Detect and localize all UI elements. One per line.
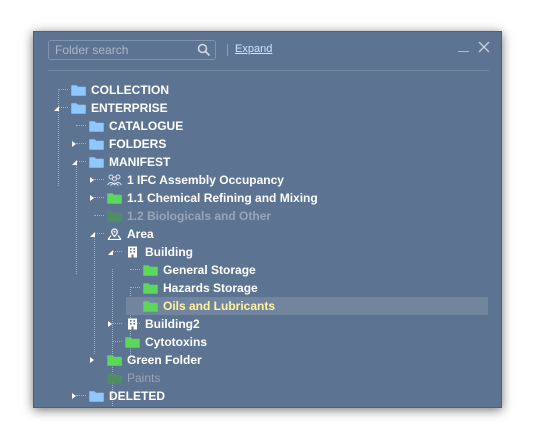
tree-item-label: Area <box>127 227 154 241</box>
tree-item-enterprise[interactable]: ENTERPRISE <box>34 99 501 117</box>
folder-tree-panel: Expand COLLECTIONENTERPRISECATALOGUEFOLD… <box>33 31 502 408</box>
tree-item-deleted[interactable]: DELETED <box>34 387 501 405</box>
tree-item-oils-and-lubricants[interactable]: Oils and Lubricants <box>34 297 501 315</box>
tree-item-building2[interactable]: Building2 <box>34 315 501 333</box>
folder-tree: COLLECTION ENTERPRISE CATALOGUE FOLDERS MANI… <box>34 32 501 407</box>
expand-toggle-icon[interactable] <box>90 357 94 363</box>
folder-blue-icon <box>71 83 86 96</box>
folder-green-icon <box>143 281 158 294</box>
tree-item-label: General Storage <box>163 263 256 277</box>
tree-item-label: COLLECTION <box>91 83 169 97</box>
expand-toggle-icon[interactable] <box>72 141 76 147</box>
tree-item-area[interactable]: Area <box>34 225 501 243</box>
tree-item-label: 1 IFC Assembly Occupancy <box>127 173 284 187</box>
tree-item-building[interactable]: Building <box>34 243 501 261</box>
collapse-toggle-icon[interactable] <box>108 250 113 255</box>
collapse-toggle-icon[interactable] <box>72 160 77 165</box>
folder-green-dim-icon <box>107 209 122 222</box>
folder-green-icon <box>143 263 158 276</box>
people-icon <box>107 173 122 186</box>
expand-toggle-icon[interactable] <box>108 321 112 327</box>
folder-blue-icon <box>89 155 104 168</box>
tree-item-label: FOLDERS <box>109 137 167 151</box>
expand-toggle-icon[interactable] <box>72 393 76 399</box>
tree-item-folders[interactable]: FOLDERS <box>34 135 501 153</box>
folder-green-dim-icon <box>107 371 122 384</box>
tree-item-1-1-chemical-refining-and-mixing[interactable]: 1.1 Chemical Refining and Mixing <box>34 189 501 207</box>
folder-green-icon <box>107 191 122 204</box>
tree-item-manifest[interactable]: MANIFEST <box>34 153 501 171</box>
tree-item-label: MANIFEST <box>109 155 171 169</box>
folder-green-icon <box>107 353 122 366</box>
folder-blue-icon <box>89 119 104 132</box>
building-icon <box>125 245 140 258</box>
tree-item-general-storage[interactable]: General Storage <box>34 261 501 279</box>
tree-item-label: Building <box>145 245 193 259</box>
expand-toggle-icon[interactable] <box>90 195 94 201</box>
tree-item-label: CATALOGUE <box>109 119 184 133</box>
tree-item-green-folder[interactable]: Green Folder <box>34 351 501 369</box>
tree-item-paints[interactable]: Paints <box>34 369 501 387</box>
collapse-toggle-icon[interactable] <box>54 106 59 111</box>
folder-green-icon <box>143 299 158 312</box>
tree-item-label: Hazards Storage <box>163 281 258 295</box>
tree-item-collection[interactable]: COLLECTION <box>34 81 501 99</box>
tree-item-label: ENTERPRISE <box>91 101 168 115</box>
map-pin-icon <box>107 227 122 241</box>
tree-item-label: DELETED <box>109 389 166 403</box>
tree-item-hazards-storage[interactable]: Hazards Storage <box>34 279 501 297</box>
tree-item-label: Building2 <box>145 317 200 331</box>
tree-item-label: Cytotoxins <box>145 335 208 349</box>
folder-blue-icon <box>71 101 86 114</box>
tree-item-1-2-biologicals-and-other[interactable]: 1.2 Biologicals and Other <box>34 207 501 225</box>
tree-item-catalogue[interactable]: CATALOGUE <box>34 117 501 135</box>
tree-item-label: Green Folder <box>127 353 202 367</box>
tree-item-label: Paints <box>127 371 161 385</box>
folder-blue-icon <box>89 389 104 402</box>
expand-toggle-icon[interactable] <box>90 177 94 183</box>
folder-green-icon <box>125 335 140 348</box>
tree-item-label: 1.1 Chemical Refining and Mixing <box>127 191 318 205</box>
tree-item-1-ifc-assembly-occupancy[interactable]: 1 IFC Assembly Occupancy <box>34 171 501 189</box>
tree-item-label: Oils and Lubricants <box>163 299 276 313</box>
tree-item-label: 1.2 Biologicals and Other <box>127 209 272 223</box>
folder-blue-icon <box>89 137 104 150</box>
collapse-toggle-icon[interactable] <box>90 232 95 237</box>
tree-item-cytotoxins[interactable]: Cytotoxins <box>34 333 501 351</box>
building-icon <box>125 317 140 330</box>
